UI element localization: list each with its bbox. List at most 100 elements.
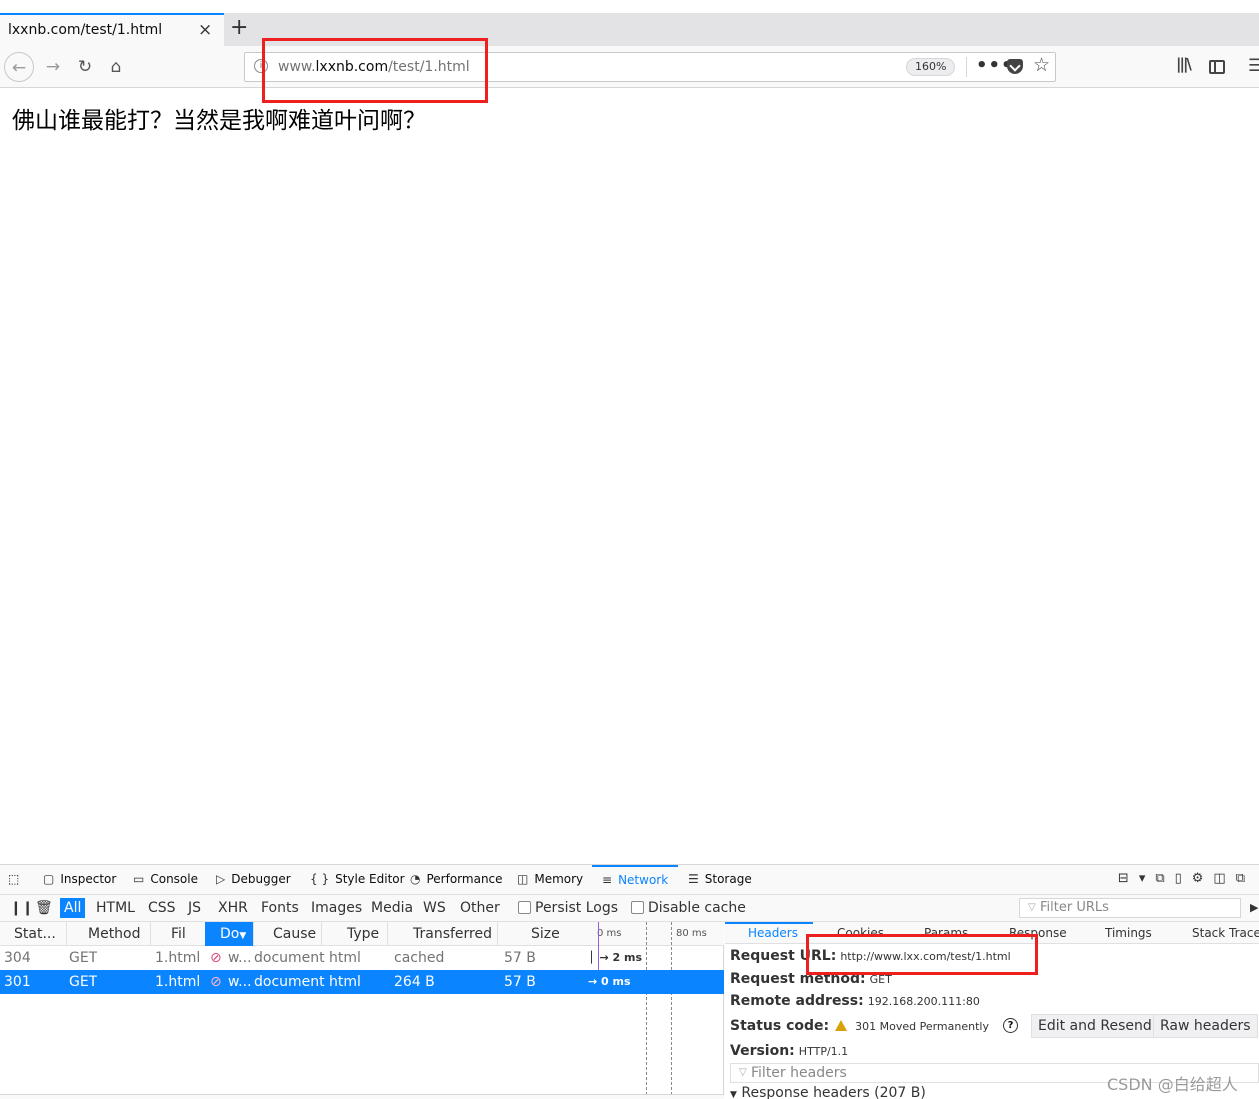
memory-icon: ◫ — [517, 872, 529, 886]
filter-js[interactable]: JS — [184, 898, 205, 918]
disable-cache-label: Disable cache — [648, 900, 746, 916]
filter-urls-placeholder: Filter URLs — [1040, 900, 1109, 915]
tab-label: Console — [150, 872, 198, 886]
sidebar-icon[interactable] — [1209, 60, 1225, 74]
persist-logs-label: Persist Logs — [535, 900, 619, 916]
filter-fonts[interactable]: Fonts — [257, 898, 303, 918]
tab-label: Performance — [426, 872, 503, 886]
network-filter-bar: ❙❙ 🗑 All HTML CSS JS XHR Fonts Images Me… — [0, 895, 1259, 922]
close-tab-icon[interactable]: × — [198, 20, 212, 40]
tab-inspector[interactable]: ▢ Inspector — [43, 865, 116, 894]
column-type[interactable]: Type — [321, 922, 387, 946]
raw-headers-button[interactable]: Raw headers — [1153, 1014, 1258, 1038]
response-headers-toggle[interactable]: ▼ Response headers (207 B) — [730, 1085, 926, 1099]
home-icon[interactable]: ⌂ — [101, 52, 131, 82]
reload-icon[interactable]: ↻ — [70, 52, 100, 82]
debugger-icon: ▷ — [216, 872, 226, 886]
collapse-panel-icon[interactable]: ▶ — [1250, 898, 1258, 918]
filter-images[interactable]: Images — [307, 898, 366, 918]
tab-stack-trace[interactable]: Stack Trace — [1192, 926, 1259, 940]
tab-memory[interactable]: ◫ Memory — [517, 865, 583, 894]
pause-icon[interactable]: ❙❙ — [10, 898, 33, 918]
column-status[interactable]: Stat... — [14, 922, 64, 946]
page-body-text: 佛山谁最能打？当然是我啊难道叶问啊？ — [12, 108, 426, 134]
column-cause[interactable]: Cause — [253, 922, 321, 946]
trash-icon[interactable]: 🗑 — [35, 898, 53, 918]
waterfall-tick-0: 0 ms — [597, 928, 622, 939]
column-transferred[interactable]: Transferred — [387, 922, 497, 946]
devtools-options-icons[interactable]: ⊟▾⧉▯⚙◫⧉ — [1118, 871, 1255, 886]
performance-icon: ◔ — [410, 872, 421, 886]
tab-title: lxxnb.com/test/1.html — [8, 22, 163, 38]
filter-html[interactable]: HTML — [92, 898, 139, 918]
persist-logs-toggle[interactable]: Persist Logs — [518, 898, 618, 918]
disable-cache-checkbox[interactable] — [631, 901, 644, 914]
funnel-icon: ▽ — [1028, 902, 1036, 913]
filter-other[interactable]: Other — [456, 898, 504, 918]
tab-style-editor[interactable]: { } Style Editor — [310, 865, 405, 894]
cell-type: html — [329, 950, 361, 966]
version-label: Version: — [730, 1043, 795, 1059]
column-domain-label: Do — [220, 926, 240, 942]
filter-css[interactable]: CSS — [144, 898, 180, 918]
tab-active[interactable]: lxxnb.com/test/1.html × — [0, 13, 224, 46]
sort-down-icon: ▼ — [239, 931, 247, 941]
tab-storage[interactable]: ☰ Storage — [688, 865, 752, 894]
bookmark-star-icon[interactable]: ☆ — [1033, 54, 1050, 76]
version-line: Version: HTTP/1.1 — [730, 1043, 848, 1059]
inspector-icon: ▢ — [43, 872, 55, 886]
remote-address-line: Remote address: 192.168.200.111:80 — [730, 993, 980, 1009]
insecure-lock-icon: ⊘ — [210, 974, 222, 990]
persist-logs-checkbox[interactable] — [518, 901, 531, 914]
column-file[interactable]: Fil — [150, 922, 204, 946]
tab-network[interactable]: ≡ Network — [592, 865, 679, 894]
column-method[interactable]: Method — [66, 922, 150, 946]
column-domain[interactable]: Do▼ — [205, 922, 253, 946]
version-value: HTTP/1.1 — [798, 1045, 849, 1058]
tab-label: Debugger — [231, 872, 291, 886]
edit-resend-button[interactable]: Edit and Resend — [1031, 1014, 1159, 1038]
zoom-level-badge[interactable]: 160% — [906, 58, 956, 76]
remote-address-label: Remote address: — [730, 993, 864, 1009]
tab-timings[interactable]: Timings — [1105, 926, 1152, 940]
tab-headers[interactable]: Headers — [748, 926, 798, 940]
remote-address-value: 192.168.200.111:80 — [867, 995, 980, 1008]
insecure-lock-icon: ⊘ — [210, 950, 222, 966]
new-tab-icon[interactable]: + — [230, 16, 248, 40]
table-row-selected[interactable]: 301 GET 1.html ⊘ w... document html 264 … — [0, 970, 724, 994]
devtools-toolbar: ⬚ ▢ Inspector ▭ Console ▷ Debugger { } Style… — [0, 865, 1259, 895]
filter-media[interactable]: Media — [367, 898, 417, 918]
tab-console[interactable]: ▭ Console — [133, 865, 198, 894]
back-arrow-icon[interactable]: ← — [4, 52, 34, 82]
tab-debugger[interactable]: ▷ Debugger — [216, 865, 291, 894]
filter-all[interactable]: All — [60, 898, 86, 918]
library-icon[interactable]: |||\ — [1176, 55, 1192, 73]
filter-urls-input[interactable]: ▽ Filter URLs — [1019, 898, 1241, 918]
filter-ws[interactable]: WS — [419, 898, 450, 918]
cell-type: html — [329, 974, 361, 990]
table-row[interactable]: 304 GET 1.html ⊘ w... document html cach… — [0, 946, 724, 970]
disable-cache-toggle[interactable]: Disable cache — [631, 898, 746, 918]
tab-label: Storage — [704, 872, 752, 886]
cell-file: 1.html — [155, 950, 201, 966]
request-list: Stat... Method Fil Do▼ Cause Type Transf… — [0, 922, 724, 1099]
navigation-toolbar: ← → ↻ ⌂ i www.lxxnb.com/test/1.html 160%… — [0, 46, 1259, 88]
chevron-down-icon: ▼ — [730, 1090, 737, 1099]
cell-transferred: cached — [394, 950, 445, 966]
response-headers-label: Response headers (207 B) — [741, 1085, 926, 1099]
pocket-icon[interactable] — [1007, 59, 1023, 74]
cell-status: 301 — [4, 974, 31, 990]
element-picker-icon[interactable]: ⬚ — [8, 865, 19, 894]
tab-performance[interactable]: ◔ Performance — [410, 865, 503, 894]
tab-label: Memory — [534, 872, 584, 886]
column-size[interactable]: Size — [497, 922, 585, 946]
active-tab-indicator — [725, 922, 813, 924]
filter-xhr[interactable]: XHR — [214, 898, 252, 918]
forward-arrow-icon[interactable]: → — [38, 52, 68, 82]
funnel-icon: ▽ — [739, 1067, 747, 1078]
hamburger-menu-icon[interactable]: ☰ — [1248, 56, 1259, 76]
tab-label: Inspector — [60, 872, 117, 886]
cell-cause: document — [254, 950, 325, 966]
cell-method: GET — [69, 950, 98, 966]
help-icon[interactable]: ? — [1003, 1018, 1018, 1033]
